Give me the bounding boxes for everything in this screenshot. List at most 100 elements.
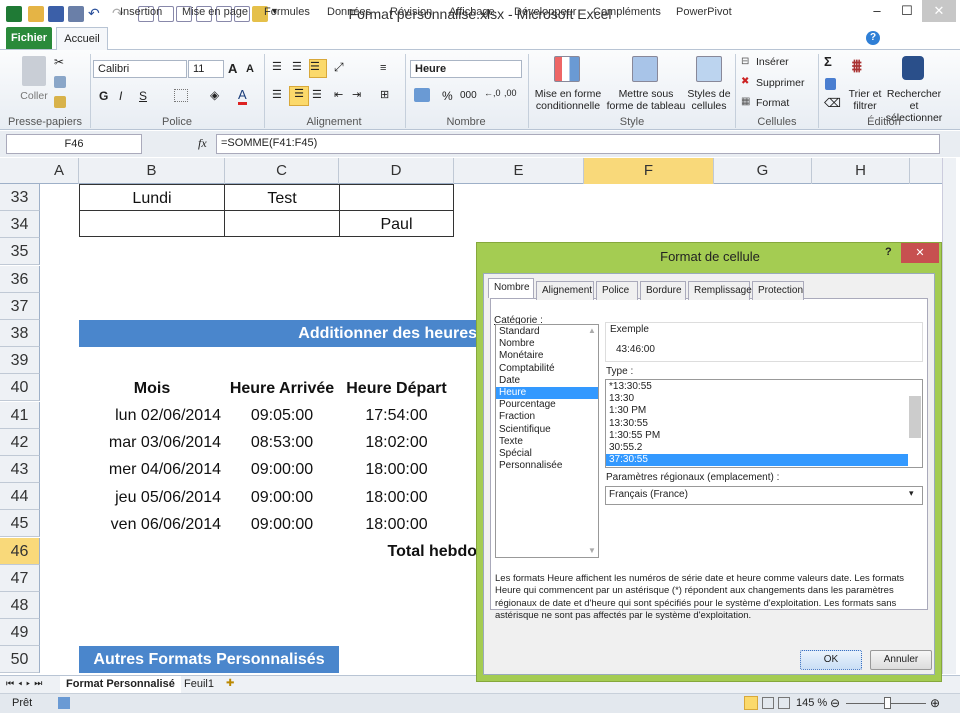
find-icon[interactable] (902, 56, 924, 80)
row-header-38[interactable]: 38 (0, 320, 40, 347)
clear-icon[interactable]: ⌫ (824, 96, 841, 110)
macro-record-icon[interactable] (58, 697, 70, 709)
row-header-36[interactable]: 36 (0, 265, 40, 293)
delete-cells-button[interactable]: Supprimer (756, 77, 804, 89)
dialog-tab-bordure[interactable]: Bordure (640, 281, 686, 300)
cell-date[interactable]: jeu 05/06/2014 (79, 484, 225, 511)
sheet-nav-icon[interactable]: ⏮◂▸⏭ (6, 678, 46, 689)
new-sheet-icon[interactable]: ✚ (226, 678, 234, 689)
dialog-tab-remplissage[interactable]: Remplissage (688, 281, 752, 300)
increase-indent-icon[interactable]: ⇥ (352, 88, 361, 101)
formula-input[interactable]: =SOMME(F41:F45) (216, 134, 940, 154)
merge-center-icon[interactable]: ⊞ (380, 88, 389, 101)
cell-arrivee[interactable]: 09:00:00 (225, 456, 339, 483)
sheet-tab-format-personnalise[interactable]: Format Personnalisé (60, 676, 181, 693)
zoom-slider-handle[interactable] (884, 697, 891, 709)
sheet-tab-feuil1[interactable]: Feuil1 (178, 676, 220, 693)
row-header-33[interactable]: 33 (0, 184, 40, 211)
cancel-button[interactable]: Annuler (870, 650, 932, 670)
category-item-spécial[interactable]: Spécial (496, 448, 598, 460)
row-header-39[interactable]: 39 (0, 347, 40, 375)
category-item-heure[interactable]: Heure (496, 386, 598, 400)
font-size-select[interactable]: 11 (188, 60, 224, 78)
tab-donnees[interactable]: Données (321, 3, 377, 22)
insert-cells-button[interactable]: Insérer (756, 56, 789, 68)
type-item[interactable]: 13:30:55 (606, 418, 908, 430)
row-header-40[interactable]: 40 (0, 374, 40, 402)
shrink-font-icon[interactable]: A (246, 63, 254, 75)
paste-button[interactable]: Coller (14, 90, 54, 102)
orientation-icon[interactable]: ⤢ (334, 60, 344, 75)
title-band-autres[interactable]: Autres Formats Personnalisés (79, 646, 339, 673)
dialog-help-button[interactable]: ? (885, 246, 892, 258)
cell-date[interactable]: mer 04/06/2014 (79, 456, 225, 483)
zoom-in-icon[interactable]: ⊕ (930, 696, 940, 710)
category-item-pourcentage[interactable]: Pourcentage (496, 399, 598, 411)
row-header-41[interactable]: 41 (0, 401, 40, 429)
fill-icon[interactable] (825, 78, 836, 90)
category-item-monétaire[interactable]: Monétaire (496, 350, 598, 362)
zoom-out-icon[interactable]: ⊖ (830, 696, 840, 710)
row-header-47[interactable]: 47 (0, 564, 40, 592)
cell-d34[interactable]: Paul (339, 210, 454, 237)
sort-filter-icon[interactable]: ⩩ (852, 56, 862, 77)
name-box[interactable]: F46 (6, 134, 142, 154)
tab-powerpivot[interactable]: PowerPivot (670, 3, 738, 22)
column-header-b[interactable]: B (79, 158, 225, 184)
type-item[interactable]: 1:30 PM (606, 405, 908, 417)
row-header-50[interactable]: 50 (0, 646, 40, 674)
conditional-format-icon[interactable] (554, 56, 580, 82)
tab-formules[interactable]: Formules (258, 3, 316, 22)
row-header-37[interactable]: 37 (0, 292, 40, 320)
row-header-42[interactable]: 42 (0, 428, 40, 456)
cell-depart[interactable]: 18:00:00 (339, 456, 454, 483)
wrap-text-icon[interactable]: ≡ (380, 62, 386, 74)
format-as-table-button[interactable]: Mettre sous forme de tableau (606, 88, 686, 112)
cell-styles-icon[interactable] (696, 56, 722, 82)
vertical-scrollbar[interactable] (942, 158, 956, 674)
copy-icon[interactable] (54, 76, 66, 88)
decrease-indent-icon[interactable]: ⇤ (334, 88, 343, 101)
grow-font-icon[interactable]: A (228, 61, 237, 76)
font-color-icon[interactable]: A (238, 87, 247, 105)
row-header-43[interactable]: 43 (0, 456, 40, 483)
scroll-down-icon[interactable]: ▼ (588, 546, 596, 555)
cell-arrivee[interactable]: 09:00:00 (225, 511, 339, 538)
minimize-button[interactable]: – (862, 0, 892, 22)
number-format-select[interactable]: Heure (410, 60, 522, 78)
type-item[interactable]: 37:30:55 (606, 454, 908, 467)
decrease-decimal-icon[interactable]: ,00 (504, 88, 517, 98)
header-mois[interactable]: Mois (79, 375, 225, 402)
category-list[interactable]: Standard Nombre Monétaire Comptabilité Date H… (495, 324, 599, 558)
row-header-48[interactable]: 48 (0, 592, 40, 619)
cell-depart[interactable]: 18:00:00 (339, 511, 454, 538)
total-label[interactable]: Total hebdo (339, 538, 479, 565)
column-header-g[interactable]: G (714, 158, 812, 184)
type-list[interactable]: *13:30:55 13:30 1:30 PM 13:30:55 1:30:55 PM 3… (605, 379, 923, 468)
cell-arrivee[interactable]: 08:53:00 (225, 429, 339, 456)
conditional-format-button[interactable]: Mise en forme conditionnelle (532, 88, 604, 112)
bold-button[interactable]: G (99, 89, 108, 103)
type-item[interactable]: 1:30:55 PM (606, 430, 908, 442)
tab-mise-en-page[interactable]: Mise en page (176, 3, 254, 22)
align-bottom-icon[interactable]: ☰ (309, 59, 327, 78)
category-item-nombre[interactable]: Nombre (496, 338, 598, 350)
ok-button[interactable]: OK (800, 650, 862, 670)
row-header-34[interactable]: 34 (0, 211, 40, 239)
increase-decimal-icon[interactable]: ←,0 (484, 88, 501, 98)
category-item-standard[interactable]: Standard (496, 326, 598, 338)
header-heure-arrivee[interactable]: Heure Arrivée (225, 375, 339, 402)
dialog-tab-police[interactable]: Police (596, 281, 638, 300)
tab-developpeur[interactable]: Développeur (508, 3, 582, 22)
type-item[interactable]: 30:55.2 (606, 442, 908, 454)
align-center-icon[interactable]: ☰ (289, 86, 309, 106)
cell-arrivee[interactable]: 09:00:00 (225, 484, 339, 511)
cell-date[interactable]: ven 06/06/2014 (79, 511, 225, 538)
cell-c33[interactable]: Test (224, 184, 340, 211)
paste-icon[interactable] (22, 56, 46, 86)
dialog-close-button[interactable]: ✕ (901, 243, 939, 263)
format-cells-button[interactable]: Format (756, 97, 789, 109)
align-middle-icon[interactable]: ☰ (292, 60, 310, 76)
close-button[interactable]: ✕ (922, 0, 956, 22)
format-as-table-icon[interactable] (632, 56, 658, 82)
